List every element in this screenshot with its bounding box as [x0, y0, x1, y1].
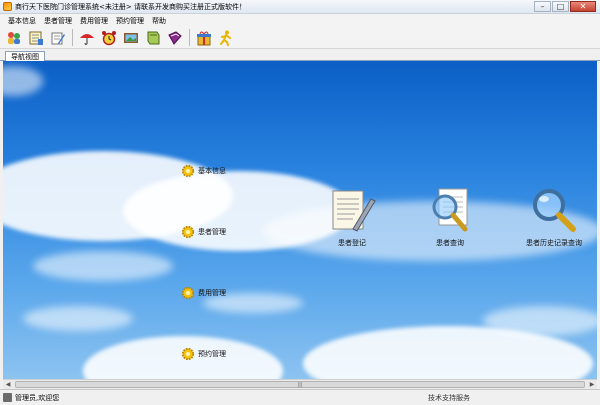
app-icon: [3, 2, 12, 11]
cloud-decoration: [33, 251, 173, 281]
edit-icon[interactable]: [48, 28, 67, 47]
cloud-decoration: [3, 66, 43, 96]
magnifier-icon: [533, 189, 576, 232]
close-button[interactable]: ✕: [570, 1, 596, 12]
nav-patient-management-label: 患者管理: [198, 228, 226, 236]
picture-icon[interactable]: [121, 28, 140, 47]
shortcut-patient-history-query[interactable]: 患者历史记录查询: [526, 185, 582, 248]
toolbar-separator: [72, 29, 73, 46]
scroll-left-icon[interactable]: ◀: [3, 380, 13, 389]
scroll-thumb[interactable]: |||: [15, 381, 585, 388]
umbrella-icon[interactable]: [77, 28, 96, 47]
menu-appointment-management[interactable]: 预约管理: [112, 16, 148, 26]
toolbar-separator: [189, 29, 190, 46]
gear-icon: [181, 164, 195, 178]
shortcut-patient-register[interactable]: 患者登记: [327, 185, 377, 248]
menu-bar: 基本信息 患者管理 费用管理 预约管理 帮助: [0, 14, 600, 27]
toolbar: [0, 27, 600, 49]
cloud-decoration: [483, 306, 597, 336]
book2-icon[interactable]: [165, 28, 184, 47]
gear-icon: [181, 286, 195, 300]
gear-icon: [181, 225, 195, 239]
menu-help[interactable]: 帮助: [148, 16, 170, 26]
nav-patient-management[interactable]: 患者管理: [181, 225, 226, 239]
menu-patient-management[interactable]: 患者管理: [40, 16, 76, 26]
shortcut-patient-query-label: 患者查询: [436, 239, 464, 247]
nav-appointment-management-label: 预约管理: [198, 350, 226, 358]
status-welcome: 管理员,欢迎您: [15, 393, 60, 402]
document-search-icon: [432, 188, 468, 232]
maximize-button[interactable]: □: [552, 1, 569, 12]
nav-basic-info-label: 基本信息: [198, 167, 226, 175]
document-pen-icon: [332, 190, 376, 232]
shortcut-patient-query[interactable]: 患者查询: [425, 185, 475, 248]
tab-bar: 导航视图: [0, 49, 600, 62]
scroll-grip: |||: [297, 382, 303, 388]
book-icon[interactable]: [143, 28, 162, 47]
menu-fee-management[interactable]: 费用管理: [76, 16, 112, 26]
nav-appointment-management[interactable]: 预约管理: [181, 347, 226, 361]
runner-icon[interactable]: [216, 28, 235, 47]
navigation-workspace: 基本信息 患者管理 费用管理 预约管理 患者登记 患者查询 患者历史记录查询: [3, 61, 597, 379]
user-icon: [3, 393, 12, 402]
status-support: 技术支持服务: [428, 393, 470, 402]
gift-icon[interactable]: [194, 28, 213, 47]
status-bar: 管理员,欢迎您 技术支持服务: [0, 389, 600, 405]
window-title: 商行天下医院门诊管理系统<未注册> 请联系开发商购买注册正式版软件！: [15, 2, 246, 11]
scroll-right-icon[interactable]: ▶: [587, 380, 597, 389]
minimize-button[interactable]: –: [534, 1, 551, 12]
horizontal-scrollbar[interactable]: ◀ ||| ▶: [3, 379, 597, 389]
shortcut-patient-register-label: 患者登记: [338, 239, 366, 247]
notebook-icon[interactable]: [26, 28, 45, 47]
scroll-track[interactable]: |||: [13, 381, 587, 388]
gear-icon: [181, 347, 195, 361]
shortcut-patient-history-query-label: 患者历史记录查询: [526, 239, 582, 247]
alarm-clock-icon[interactable]: [99, 28, 118, 47]
cloud-decoration: [23, 306, 133, 331]
people-icon[interactable]: [4, 28, 23, 47]
nav-basic-info[interactable]: 基本信息: [181, 164, 226, 178]
nav-fee-management[interactable]: 费用管理: [181, 286, 226, 300]
window-controls: – □ ✕: [534, 1, 596, 12]
menu-basic-info[interactable]: 基本信息: [4, 16, 40, 26]
nav-fee-management-label: 费用管理: [198, 289, 226, 297]
title-bar: 商行天下医院门诊管理系统<未注册> 请联系开发商购买注册正式版软件！ – □ ✕: [0, 0, 600, 14]
